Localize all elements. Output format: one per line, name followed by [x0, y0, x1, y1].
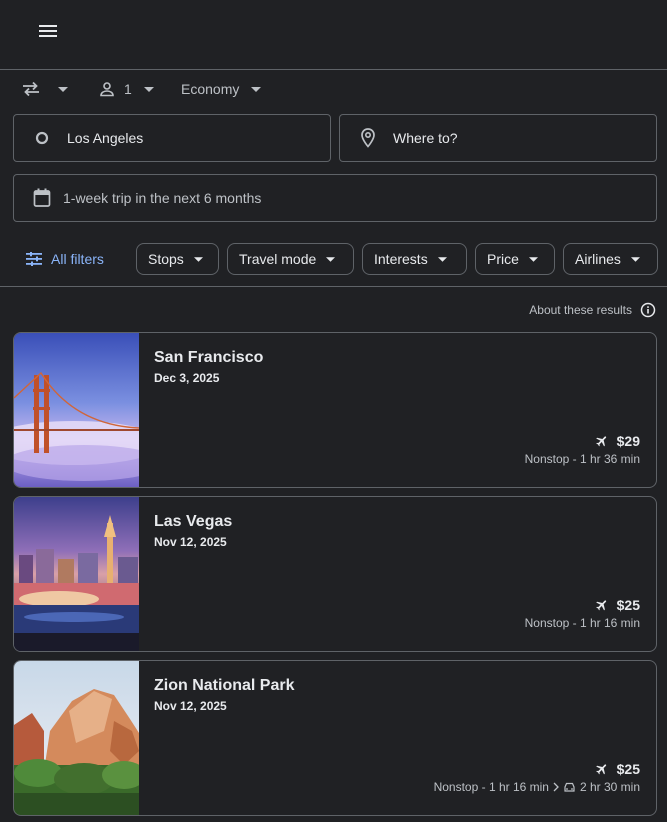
- passenger-count: 1: [124, 81, 132, 97]
- price-value: $29: [616, 433, 640, 449]
- travel-date: Nov 12, 2025: [154, 699, 227, 713]
- destination-photo: [14, 497, 139, 651]
- tune-icon: [26, 252, 42, 266]
- result-card[interactable]: San Francisco Dec 3, 2025 $29 Nonstop - …: [13, 332, 657, 488]
- airplane-icon: [595, 434, 609, 448]
- chevron-down-icon: [251, 86, 262, 92]
- interests-filter-chip[interactable]: Interests: [362, 243, 467, 275]
- menu-icon[interactable]: [34, 16, 64, 46]
- drive-info: 2 hr 30 min: [579, 780, 640, 794]
- chevron-down-icon: [193, 256, 203, 262]
- travel-mode-filter-chip[interactable]: Travel mode: [227, 243, 354, 275]
- swap-arrows-icon: [22, 81, 40, 97]
- flight-info: Nonstop - 1 hr 16 min: [524, 616, 640, 630]
- destination-name: San Francisco: [154, 349, 264, 366]
- chip-label: Travel mode: [239, 251, 317, 267]
- flight-price: $29: [595, 433, 640, 449]
- chip-label: Airlines: [575, 251, 621, 267]
- filters-bar: All filters Stops Travel mode Interests …: [0, 239, 667, 287]
- chevron-down-icon: [630, 256, 640, 262]
- price-value: $25: [616, 761, 640, 777]
- destination-name: Zion National Park: [154, 677, 295, 694]
- travel-date: Nov 12, 2025: [154, 535, 227, 549]
- car-icon: [563, 782, 576, 793]
- chip-label: Price: [487, 251, 519, 267]
- destination-photo: [14, 661, 139, 815]
- cabin-class-select[interactable]: Economy: [181, 77, 262, 101]
- all-filters-label: All filters: [51, 251, 104, 267]
- flight-info: Nonstop - 1 hr 36 min: [524, 452, 640, 466]
- chevron-down-icon: [58, 86, 68, 92]
- info-icon: [640, 302, 656, 318]
- route-info: Nonstop - 1 hr 36 min: [525, 452, 640, 466]
- about-results-link[interactable]: About these results: [529, 302, 656, 318]
- all-filters-button[interactable]: All filters: [26, 249, 104, 269]
- chevron-down-icon: [528, 256, 538, 262]
- price-filter-chip[interactable]: Price: [475, 243, 555, 275]
- chevron-down-icon: [437, 256, 447, 262]
- result-card[interactable]: Zion National Park Nov 12, 2025 $25 Nons…: [13, 660, 657, 816]
- date-value: 1-week trip in the next 6 months: [63, 190, 262, 206]
- chevron-right-icon: [553, 782, 559, 792]
- passenger-select[interactable]: 1: [99, 77, 154, 101]
- flight-price: $25: [595, 597, 640, 613]
- cabin-class-label: Economy: [181, 81, 240, 97]
- result-card[interactable]: Las Vegas Nov 12, 2025 $25 Nonstop - 1 h…: [13, 496, 657, 652]
- origin-circle-icon: [30, 126, 54, 150]
- stops-filter-chip[interactable]: Stops: [136, 243, 219, 275]
- route-info: Nonstop - 1 hr 16 min: [525, 616, 640, 630]
- trip-type-select[interactable]: [22, 77, 68, 101]
- route-info: Nonstop - 1 hr 16 min 2 hr 30 min: [434, 780, 640, 794]
- destination-placeholder: Where to?: [393, 130, 458, 146]
- destination-field[interactable]: Where to?: [339, 114, 657, 162]
- about-results-label: About these results: [529, 303, 632, 317]
- calendar-icon: [30, 186, 54, 210]
- origin-value: Los Angeles: [67, 130, 144, 146]
- destination-photo: [14, 333, 139, 487]
- airlines-filter-chip[interactable]: Airlines: [563, 243, 658, 275]
- origin-field[interactable]: Los Angeles: [13, 114, 331, 162]
- destination-name: Las Vegas: [154, 513, 233, 530]
- chip-label: Stops: [148, 251, 184, 267]
- chevron-down-icon: [143, 86, 154, 92]
- person-icon: [99, 81, 115, 97]
- flight-price: $25: [595, 761, 640, 777]
- chip-label: Interests: [374, 251, 428, 267]
- chevron-down-icon: [326, 256, 336, 262]
- date-field[interactable]: 1-week trip in the next 6 months: [13, 174, 657, 222]
- airplane-icon: [595, 762, 609, 776]
- flight-info: Nonstop - 1 hr 16 min: [433, 780, 549, 794]
- location-pin-icon: [356, 126, 380, 150]
- trip-options-bar: 1 Economy: [0, 71, 667, 107]
- top-bar: [0, 0, 667, 70]
- price-value: $25: [616, 597, 640, 613]
- airplane-icon: [595, 598, 609, 612]
- travel-date: Dec 3, 2025: [154, 371, 220, 385]
